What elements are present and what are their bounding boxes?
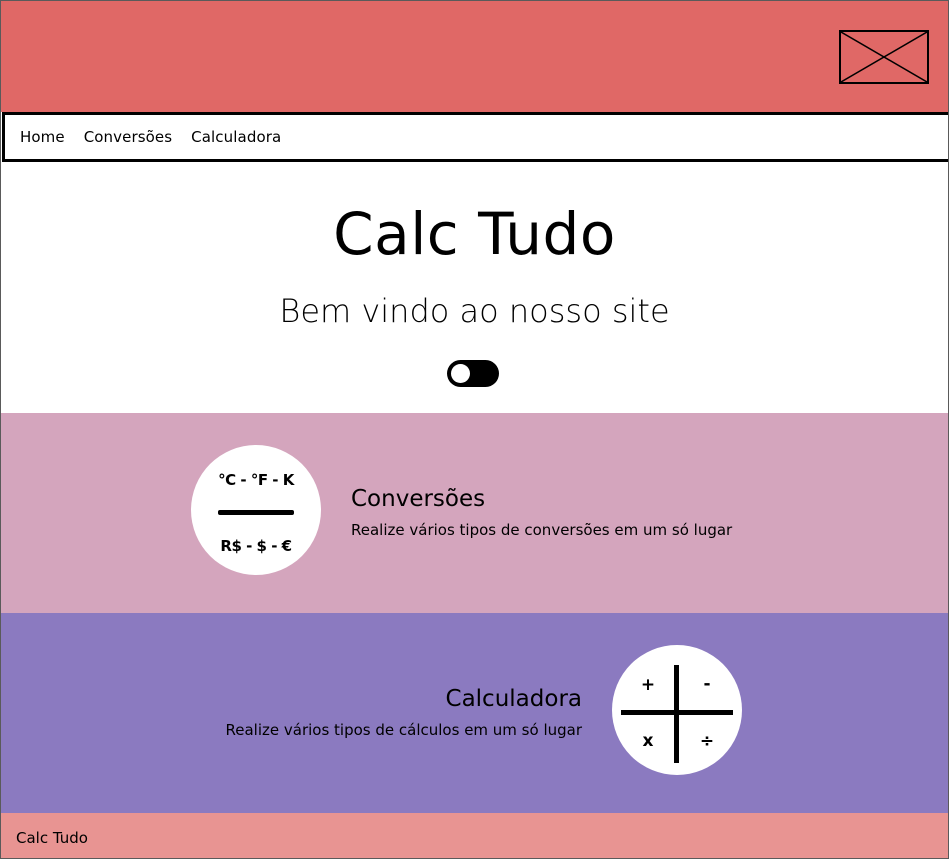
conversions-icon[interactable]: °C - °F - K R$ - $ - € xyxy=(191,445,321,575)
minus-icon: - xyxy=(703,674,711,694)
calculator-description: Realize vários tipos de cálculos em um s… xyxy=(225,721,582,739)
nav-item-calculadora[interactable]: Calculadora xyxy=(191,128,281,146)
toggle-knob xyxy=(451,364,470,383)
calculator-title[interactable]: Calculadora xyxy=(446,686,582,712)
hero-section: Calc Tudo Bem vindo ao nosso site xyxy=(1,162,948,413)
image-placeholder-icon[interactable] xyxy=(839,30,929,84)
temperature-units-label: °C - °F - K xyxy=(218,471,294,489)
conversions-description: Realize vários tipos de conversões em um… xyxy=(351,521,733,539)
page-title: Calc Tudo xyxy=(333,200,616,268)
nav-item-home[interactable]: Home xyxy=(20,128,65,146)
site-footer: Calc Tudo xyxy=(1,813,948,858)
cross-horizontal-bar xyxy=(621,710,733,715)
times-icon: x xyxy=(642,731,654,751)
divide-icon: ÷ xyxy=(699,731,715,751)
theme-toggle[interactable] xyxy=(447,360,499,387)
welcome-subtitle: Bem vindo ao nosso site xyxy=(279,292,670,330)
main-nav: Home Conversões Calculadora xyxy=(2,112,948,162)
calculator-section: Calculadora Realize vários tipos de cálc… xyxy=(1,613,948,813)
calculator-icon[interactable]: + - x ÷ xyxy=(612,645,742,775)
currency-units-label: R$ - $ - € xyxy=(220,537,292,555)
page: Home Conversões Calculadora Calc Tudo Be… xyxy=(0,0,949,859)
site-header xyxy=(1,1,948,112)
divider-bar xyxy=(218,510,294,515)
conversions-title[interactable]: Conversões xyxy=(351,486,485,512)
plus-icon: + xyxy=(640,675,656,695)
nav-item-conversoes[interactable]: Conversões xyxy=(84,128,172,146)
footer-text: Calc Tudo xyxy=(16,829,88,847)
conversions-section: °C - °F - K R$ - $ - € Conversões Realiz… xyxy=(1,413,948,613)
